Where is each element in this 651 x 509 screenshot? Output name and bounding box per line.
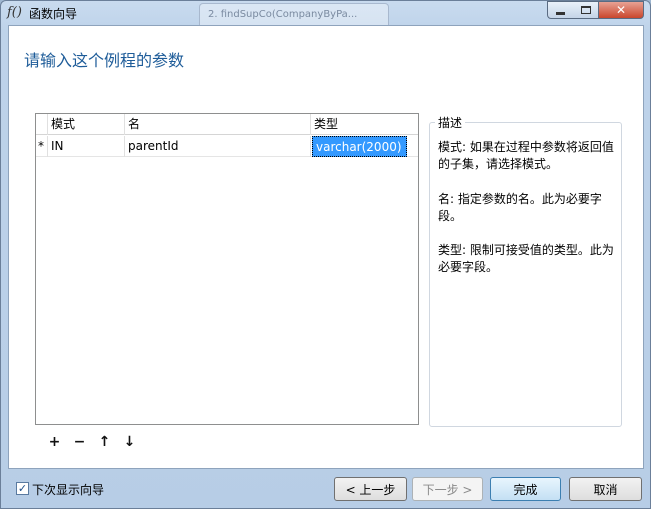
minimize-icon bbox=[556, 11, 565, 15]
remove-parameter-button[interactable]: − bbox=[67, 433, 92, 451]
grid-toolbar: + − ↑ ↓ bbox=[42, 433, 142, 451]
cancel-button[interactable]: 取消 bbox=[569, 477, 642, 501]
arrow-down-icon: ↓ bbox=[123, 434, 136, 450]
page-title: 请输入这个例程的参数 bbox=[24, 51, 185, 70]
previous-button[interactable]: < 上一步 bbox=[334, 477, 407, 501]
description-type: 类型: 限制可接受值的类型。此为必要字段。 bbox=[438, 243, 614, 274]
table-row[interactable]: * IN parentId varchar(2000) bbox=[36, 136, 418, 157]
header-indicator bbox=[36, 114, 48, 135]
close-button[interactable]: ✕ bbox=[598, 1, 644, 19]
add-parameter-button[interactable]: + bbox=[42, 433, 67, 451]
plus-icon: + bbox=[48, 434, 61, 450]
function-app-icon: f() bbox=[7, 5, 22, 20]
parameter-grid[interactable]: 模式 名 类型 * IN parentId varchar(2000) bbox=[35, 113, 419, 425]
move-down-button[interactable]: ↓ bbox=[117, 433, 142, 451]
finish-button[interactable]: 完成 bbox=[490, 477, 561, 501]
wizard-content: 请输入这个例程的参数 模式 名 类型 * IN parentId varchar… bbox=[8, 25, 644, 469]
description-mode: 模式: 如果在过程中参数将返回值的子集，请选择模式。 bbox=[438, 140, 614, 171]
mode-cell[interactable]: IN bbox=[48, 136, 125, 157]
show-wizard-label[interactable]: 下次显示向导 bbox=[32, 481, 104, 498]
row-indicator: * bbox=[36, 136, 48, 157]
name-cell[interactable]: parentId bbox=[125, 136, 311, 157]
type-cell[interactable]: varchar(2000) bbox=[312, 136, 407, 157]
function-wizard-window: f() 函数向导 2. findSupCo(CompanyByPa... ✕ 请… bbox=[0, 0, 651, 509]
title-bar[interactable]: f() 函数向导 2. findSupCo(CompanyByPa... ✕ bbox=[1, 1, 650, 25]
minus-icon: − bbox=[73, 434, 86, 450]
maximize-button[interactable] bbox=[573, 1, 599, 19]
minimize-button[interactable] bbox=[547, 1, 574, 19]
next-button[interactable]: 下一步 > bbox=[412, 477, 483, 501]
checkmark-icon: ✓ bbox=[17, 482, 28, 495]
grid-header: 模式 名 类型 bbox=[36, 114, 418, 135]
move-up-button[interactable]: ↑ bbox=[92, 433, 117, 451]
column-header-type[interactable]: 类型 bbox=[311, 114, 408, 135]
description-name: 名: 指定参数的名。此为必要字段。 bbox=[438, 192, 602, 223]
column-header-name[interactable]: 名 bbox=[125, 114, 311, 135]
description-legend: 描述 bbox=[435, 114, 466, 131]
maximize-icon bbox=[580, 6, 591, 14]
window-title: 函数向导 bbox=[29, 7, 78, 21]
close-icon: ✕ bbox=[615, 3, 627, 17]
background-tab[interactable]: 2. findSupCo(CompanyByPa... bbox=[199, 3, 389, 25]
column-header-mode[interactable]: 模式 bbox=[48, 114, 125, 135]
arrow-up-icon: ↑ bbox=[98, 434, 111, 450]
show-wizard-checkbox[interactable]: ✓ bbox=[16, 482, 29, 495]
